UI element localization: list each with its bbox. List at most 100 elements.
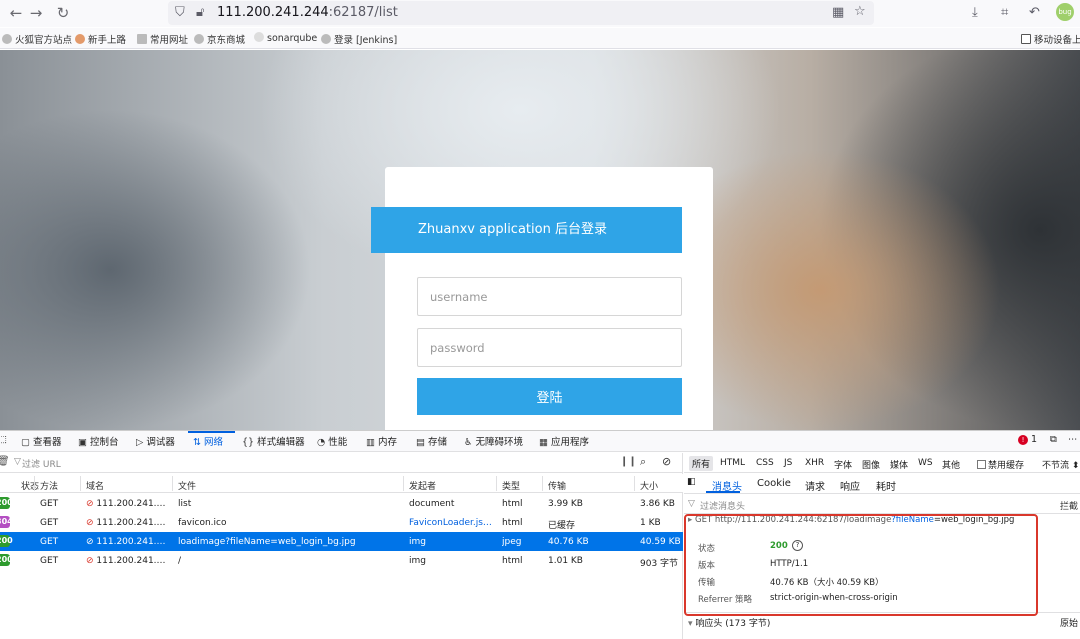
username-input[interactable] (418, 278, 681, 315)
method-cell: GET (40, 499, 59, 509)
initiator-cell[interactable]: FaviconLoader.jsm... (409, 518, 495, 528)
column-size[interactable]: 大小 (640, 479, 670, 492)
extension-avatar[interactable]: bug (1056, 3, 1074, 21)
checkbox[interactable] (977, 460, 986, 469)
downloads-icon[interactable]: ⤓ (972, 5, 978, 21)
block-icon[interactable]: ⊘ (662, 455, 671, 468)
tab-storage[interactable]: ▤ 存储 (416, 434, 447, 448)
firefox-icon (75, 34, 85, 44)
trash-icon[interactable]: 🗑︎ (0, 456, 10, 467)
forward-icon[interactable]: → (26, 4, 46, 22)
tab-timings[interactable]: 耗时 (876, 478, 896, 493)
qr-code-icon[interactable]: ▦ (832, 5, 844, 21)
type-filter-other[interactable]: 其他 (942, 458, 960, 471)
tab-cookie[interactable]: Cookie (757, 478, 791, 489)
header-filter-bar[interactable]: ▽ 过滤消息头 拦截 (684, 495, 1080, 514)
bookmark-item[interactable]: 登录 [Jenkins] (321, 32, 397, 46)
inspector-icon: ▢ (21, 437, 30, 448)
filter-icon: ▽ (688, 499, 695, 509)
accessibility-icon: ♿︎ (464, 437, 473, 448)
tab-performance[interactable]: ◔ 性能 (317, 434, 347, 448)
bookmark-item[interactable]: sonarqube (254, 32, 317, 44)
type-filter-xhr[interactable]: XHR (805, 458, 824, 468)
column-initiator[interactable]: 发起者 (409, 479, 449, 492)
globe-icon (194, 34, 204, 44)
column-domain[interactable]: 域名 (86, 479, 116, 492)
column-transfer[interactable]: 传输 (548, 479, 578, 492)
type-filter-css[interactable]: CSS (756, 458, 774, 468)
initiator-cell: img (409, 537, 426, 547)
mobile-bookmarks[interactable]: 移动设备上的 (1021, 32, 1080, 46)
undo-icon[interactable]: ↶ (1029, 5, 1040, 21)
back-icon[interactable]: ← (6, 4, 26, 22)
debugger-icon: ▷ (136, 437, 144, 448)
reload-icon[interactable]: ↻ (53, 4, 73, 22)
initiator-cell: document (409, 499, 455, 509)
domain-cell: ⊘ 111.200.241.244... (86, 556, 170, 566)
tab-memory[interactable]: ▥ 内存 (366, 434, 397, 448)
url-filter-input[interactable]: 过滤 URL (22, 457, 61, 470)
tab-accessibility[interactable]: ♿︎ 无障碍环境 (464, 434, 523, 448)
bookmark-item[interactable]: 火狐官方站点 (2, 32, 72, 46)
type-filter-html[interactable]: HTML (720, 458, 745, 468)
header-filter-input[interactable]: 过滤消息头 (700, 499, 745, 512)
more-menu-icon[interactable]: ⋯ (1068, 434, 1078, 445)
type-filter-ws[interactable]: WS (918, 458, 933, 468)
bookmark-item[interactable]: 常用网址 (137, 32, 188, 46)
type-filter-js[interactable]: JS (784, 458, 792, 468)
insecure-icon: ⊘ (86, 499, 94, 509)
type-filter-all[interactable]: 所有 (689, 456, 714, 471)
column-file[interactable]: 文件 (178, 479, 208, 492)
tab-console[interactable]: ▣ 控制台 (78, 434, 119, 448)
type-filter-images[interactable]: 图像 (862, 458, 880, 471)
pause-icon[interactable]: ❙❙ (620, 456, 637, 467)
file-cell: favicon.ico (178, 518, 227, 528)
tab-application[interactable]: ▦ 应用程序 (539, 434, 589, 448)
tab-request[interactable]: 请求 (805, 478, 825, 493)
type-filter-fonts[interactable]: 字体 (834, 458, 852, 471)
raw-toggle[interactable]: 原始 (1060, 616, 1078, 629)
url-text[interactable]: 111.200.241.244:62187/list (217, 5, 398, 20)
tab-response[interactable]: 响应 (840, 478, 860, 493)
dock-icon[interactable]: ⧉ (1050, 434, 1057, 445)
network-icon: ⇅ (193, 437, 201, 448)
type-filter-media[interactable]: 媒体 (890, 458, 908, 471)
url-bar[interactable]: ⛉ 🔓︎ 111.200.241.244:62187/list ▦ ☆ (168, 1, 874, 25)
column-type[interactable]: 类型 (502, 479, 532, 492)
tab-style-editor[interactable]: {} 样式编辑器 (242, 434, 305, 448)
column-method[interactable]: 方法 (40, 479, 70, 492)
bookmark-item[interactable]: 新手上路 (75, 32, 126, 46)
type-cell: html (502, 556, 523, 566)
domain-cell: ⊘ 111.200.241.244... (86, 537, 170, 547)
response-headers-section[interactable]: ▾ 响应头 (173 字节) (688, 616, 770, 629)
pick-element-icon[interactable]: ⬚ (0, 434, 7, 445)
login-button[interactable]: 登陆 (417, 378, 682, 415)
error-count[interactable]: ! 1 (1018, 434, 1037, 445)
crop-icon[interactable]: ⌗ (1001, 5, 1008, 21)
password-input[interactable] (418, 329, 681, 366)
table-row[interactable]: 304 GET ⊘ 111.200.241.244... favicon.ico… (0, 513, 683, 532)
tab-inspector[interactable]: ▢ 查看器 (21, 434, 62, 448)
transfer-cell: 已缓存 (548, 521, 576, 531)
disable-cache-toggle[interactable]: 禁用缓存 (977, 458, 1024, 471)
table-row[interactable]: 200 GET ⊘ 111.200.241.244... / img html … (0, 551, 683, 570)
status-badge: 304 (0, 516, 13, 528)
style-editor-icon: {} (242, 437, 255, 448)
detail-tabbar: ◧ 消息头 Cookie 请求 响应 耗时 (684, 474, 1080, 494)
globe-icon (321, 34, 331, 44)
search-icon[interactable]: ⌕ (640, 455, 646, 469)
insecure-lock-icon[interactable]: 🔓︎ (196, 5, 204, 21)
url-filter-bar[interactable]: 🗑︎ ▽ 过滤 URL ❙❙ ⌕ ⊘ (0, 453, 683, 473)
bookmark-item[interactable]: 京东商城 (194, 32, 245, 46)
shield-icon[interactable]: ⛉ (175, 5, 185, 21)
throttle-select[interactable]: 不节流 ⬍ (1042, 458, 1079, 471)
bookmark-star-icon[interactable]: ☆ (854, 4, 866, 20)
toggle-sidebar-icon[interactable]: ◧ (687, 477, 696, 487)
username-field[interactable] (417, 277, 682, 316)
tab-debugger[interactable]: ▷ 调试器 (136, 434, 175, 448)
tab-network[interactable]: ⇅ 网络 (193, 434, 223, 448)
table-row[interactable]: 200 GET ⊘ 111.200.241.244... list docume… (0, 494, 683, 513)
block-button[interactable]: 拦截 (1060, 499, 1078, 512)
table-row-selected[interactable]: 200 GET ⊘ 111.200.241.244... loadimage?f… (0, 532, 683, 551)
password-field[interactable] (417, 328, 682, 367)
